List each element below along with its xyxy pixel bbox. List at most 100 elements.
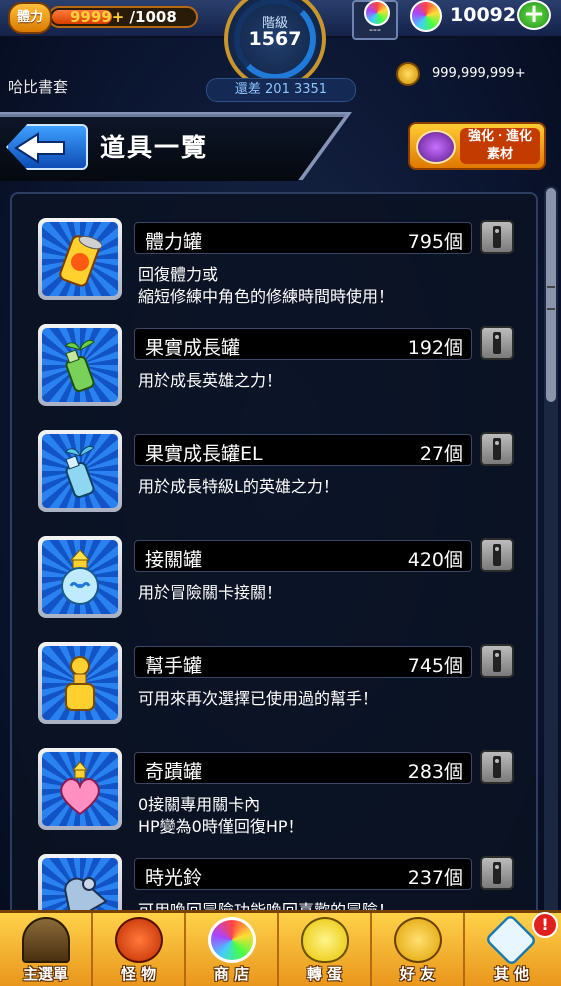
item-description: 回復體力或 縮短修練中角色的修練時間時使用！ xyxy=(138,265,395,306)
item-name: 奇蹟罐 xyxy=(145,761,203,783)
info-button[interactable] xyxy=(480,538,514,572)
item-name: 果實成長罐 xyxy=(145,337,241,359)
info-button[interactable] xyxy=(480,432,514,466)
egg-icon xyxy=(301,917,349,963)
item-icon-frame xyxy=(38,218,122,300)
item-icon-frame xyxy=(38,642,122,724)
item-description: 用於成長特級L的英雄之力！ xyxy=(138,477,339,496)
stamina-label: 體力 xyxy=(8,2,52,34)
item-name: 接關罐 xyxy=(145,549,203,571)
list-item[interactable]: 體力罐 795個 回復體力或 縮短修練中角色的修練時間時使用！ xyxy=(12,206,536,312)
stamina-value: 9999+ /1008 xyxy=(70,8,177,26)
enhance-evolve-materials-button[interactable]: 強化ㆍ進化 素材 xyxy=(408,122,546,170)
item-name: 體力罐 xyxy=(145,231,203,253)
nav-label: 好 友 xyxy=(399,965,436,983)
info-icon xyxy=(493,756,501,778)
item-count: 283個 xyxy=(407,761,463,783)
info-button[interactable] xyxy=(480,644,514,678)
nav-label: 商 店 xyxy=(213,965,250,983)
item-description: 用於冒險關卡接關！ xyxy=(138,583,283,602)
nav-friends[interactable]: 好 友 xyxy=(372,913,465,986)
nav-shop[interactable]: 商 店 xyxy=(186,913,279,986)
orb-slot-button[interactable]: --- xyxy=(352,0,398,40)
rank-value: 1567 xyxy=(248,28,302,50)
info-icon xyxy=(493,650,501,672)
item-name-bar: 果實成長罐 192個 xyxy=(134,328,472,360)
item-description: 0接關專用關卡內 HP變為0時僅回復HP！ xyxy=(138,795,304,836)
orb-icon xyxy=(410,0,442,32)
list-item[interactable]: 果實成長罐EL 27個 用於成長特級L的英雄之力！ xyxy=(12,418,536,524)
fruit-growth-bottle-el-icon xyxy=(65,445,95,499)
notification-badge: ! xyxy=(532,912,558,938)
info-icon xyxy=(493,226,501,248)
scroll-grip-icon xyxy=(547,286,555,310)
item-name-bar: 時光鈴 237個 xyxy=(134,858,472,890)
item-icon-frame xyxy=(38,430,122,512)
orb-count: 10092 xyxy=(450,4,517,26)
info-button[interactable] xyxy=(480,220,514,254)
friends-icon xyxy=(394,917,442,963)
item-list[interactable]: 體力罐 795個 回復體力或 縮短修練中角色的修練時間時使用！ 果實成長罐 19… xyxy=(10,192,538,922)
item-icon-frame xyxy=(38,748,122,830)
item-count: 745個 xyxy=(407,655,463,677)
continue-jar-icon xyxy=(61,549,99,605)
rank-gap-text: 還差 201 3351 xyxy=(206,78,356,102)
item-count: 795個 xyxy=(407,231,463,253)
list-item[interactable]: 果實成長罐 192個 用於成長英雄之力！ xyxy=(12,312,536,418)
item-description: 用於成長英雄之力！ xyxy=(138,371,283,390)
info-button[interactable] xyxy=(480,750,514,784)
item-icon-frame xyxy=(38,324,122,406)
item-count: 237個 xyxy=(407,867,463,889)
page-title: 道具一覽 xyxy=(100,133,209,162)
fruit-growth-bottle-icon xyxy=(65,339,95,393)
enhance-evolve-label: 強化ㆍ進化 素材 xyxy=(460,128,540,164)
coin-count: 999,999,999+ xyxy=(432,66,526,81)
material-gem-icon xyxy=(416,130,456,164)
item-description: 可用來再次選擇已使用過的幫手！ xyxy=(138,689,379,708)
nav-monsters[interactable]: 怪 物 xyxy=(93,913,186,986)
item-count: 420個 xyxy=(407,549,463,571)
info-icon xyxy=(493,544,501,566)
stamina-bar: 9999+ /1008 xyxy=(48,6,198,28)
scrollbar-thumb[interactable] xyxy=(546,188,556,402)
list-item[interactable]: 幫手罐 745個 可用來再次選擇已使用過的幫手！ xyxy=(12,630,536,736)
stamina-can-icon xyxy=(59,235,102,287)
helper-jar-icon xyxy=(65,656,95,711)
item-count: 27個 xyxy=(419,443,463,465)
question-icon xyxy=(484,913,538,967)
coin-icon xyxy=(396,62,420,86)
orb-slot-text: --- xyxy=(369,23,381,36)
info-button[interactable] xyxy=(480,856,514,890)
nav-label: 怪 物 xyxy=(120,965,157,983)
nav-label: 其 他 xyxy=(493,965,530,983)
nav-label: 轉 蛋 xyxy=(306,965,343,983)
back-arrow-icon xyxy=(14,132,65,164)
item-name: 果實成長罐EL xyxy=(145,443,263,465)
rainbow-orb-icon xyxy=(208,917,256,963)
list-item[interactable]: 接關罐 420個 用於冒險關卡接關！ xyxy=(12,524,536,630)
item-name-bar: 體力罐 795個 xyxy=(134,222,472,254)
miracle-jar-icon xyxy=(60,761,100,816)
player-name: 哈比書套 xyxy=(8,78,69,96)
list-item[interactable]: 奇蹟罐 283個 0接關專用關卡內 HP變為0時僅回復HP！ xyxy=(12,736,536,842)
item-name-bar: 幫手罐 745個 xyxy=(134,646,472,678)
item-name-bar: 奇蹟罐 283個 xyxy=(134,752,472,784)
item-name-bar: 果實成長罐EL 27個 xyxy=(134,434,472,466)
nav-gacha[interactable]: 轉 蛋 xyxy=(279,913,372,986)
bottom-nav: 主選單 怪 物 商 店 轉 蛋 好 友 其 他 xyxy=(0,910,561,986)
buy-orbs-button[interactable]: + xyxy=(517,0,551,30)
info-icon xyxy=(493,862,501,884)
item-name-bar: 接關罐 420個 xyxy=(134,540,472,572)
monster-icon xyxy=(115,917,163,963)
info-icon xyxy=(493,332,501,354)
info-button[interactable] xyxy=(480,326,514,360)
item-count: 192個 xyxy=(407,337,463,359)
item-icon-frame xyxy=(38,536,122,618)
nav-main-menu[interactable]: 主選單 xyxy=(0,913,93,986)
info-icon xyxy=(493,438,501,460)
scrollbar[interactable] xyxy=(544,186,558,916)
home-gate-icon xyxy=(22,917,70,963)
item-name: 時光鈴 xyxy=(145,867,203,889)
item-name: 幫手罐 xyxy=(145,655,203,677)
nav-label: 主選單 xyxy=(22,965,68,983)
